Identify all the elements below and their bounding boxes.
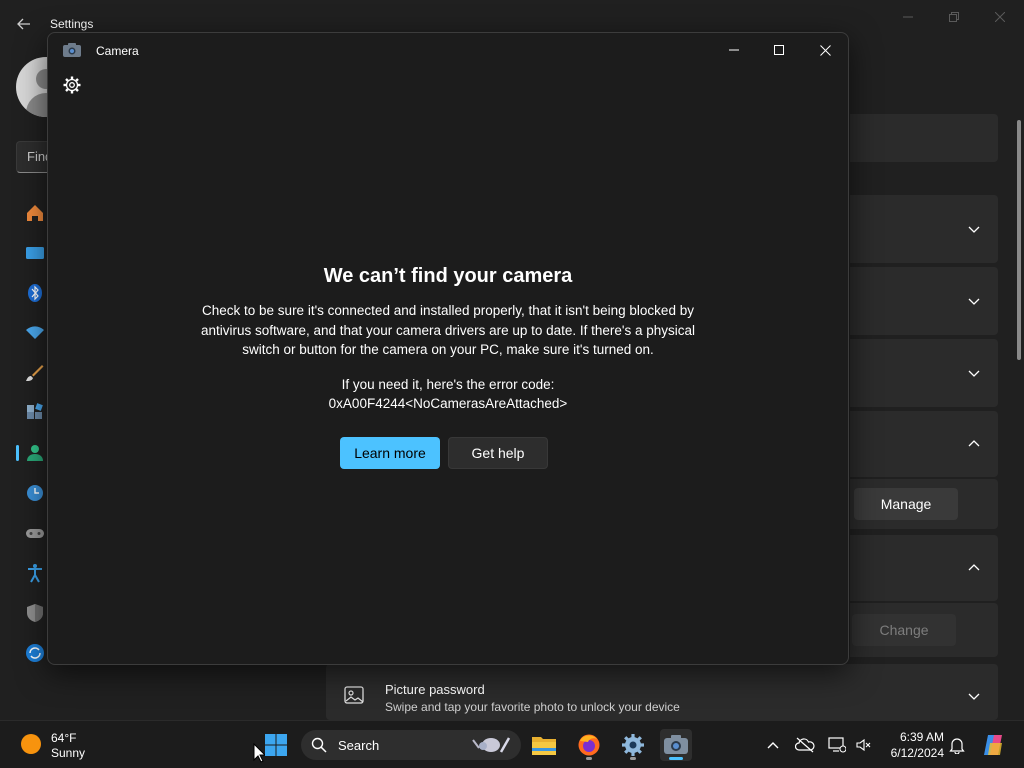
file-explorer-icon[interactable]	[528, 729, 560, 761]
camera-window: Camera We can’t find your camera Check t…	[47, 32, 849, 665]
clock-date[interactable]: 6/12/2024	[872, 746, 944, 760]
gear-icon[interactable]	[63, 76, 81, 94]
accounts-icon[interactable]	[24, 442, 46, 464]
settings-restore-button[interactable]	[934, 6, 974, 28]
chevron-up-icon	[968, 440, 980, 447]
camera-maximize-button[interactable]	[757, 37, 801, 63]
search-highlight-icon	[472, 737, 511, 753]
chevron-down-icon	[968, 298, 980, 305]
picture-password-title: Picture password	[385, 682, 485, 697]
taskbar-search[interactable]: Search	[301, 730, 521, 760]
bluetooth-icon[interactable]	[24, 282, 46, 304]
chevron-up-icon	[968, 564, 980, 571]
volume-muted-icon[interactable]	[853, 735, 873, 755]
picture-password-row[interactable]: Picture password Swipe and tap your favo…	[326, 664, 998, 720]
running-indicator	[630, 757, 636, 760]
settings-card-subrow: Manage	[850, 479, 998, 529]
nav-active-indicator	[16, 445, 19, 461]
back-arrow-icon[interactable]	[12, 12, 36, 36]
error-code-label: If you need it, here's the error code:	[341, 377, 555, 392]
accessibility-icon[interactable]	[24, 562, 46, 584]
privacy-icon[interactable]	[24, 602, 46, 624]
camera-taskbar-icon[interactable]	[660, 729, 692, 761]
firefox-icon[interactable]	[573, 729, 605, 761]
settings-card-collapsed[interactable]	[850, 339, 998, 407]
manage-button[interactable]: Manage	[854, 488, 958, 520]
search-label: Search	[338, 738, 380, 753]
settings-card-collapsed[interactable]	[850, 267, 998, 335]
mouse-cursor-icon	[253, 743, 265, 763]
settings-card-subrow: Change	[850, 603, 998, 657]
settings-card-expanded[interactable]	[850, 411, 998, 477]
chevron-down-icon	[968, 370, 980, 377]
personalization-icon[interactable]	[24, 362, 46, 384]
chevron-down-icon	[968, 226, 980, 233]
camera-close-button[interactable]	[803, 37, 847, 63]
picture-icon	[344, 686, 364, 704]
chevron-up-icon[interactable]	[763, 735, 783, 755]
settings-minimize-button[interactable]	[888, 6, 928, 28]
active-indicator	[669, 757, 683, 760]
picture-password-subtitle: Swipe and tap your favorite photo to unl…	[385, 700, 680, 714]
scrollbar[interactable]	[1017, 120, 1021, 360]
weather-temperature: 64°F	[51, 731, 77, 745]
search-icon	[311, 737, 327, 753]
change-button[interactable]: Change	[852, 614, 956, 646]
settings-card-expanded[interactable]	[850, 535, 998, 601]
chevron-down-icon	[968, 693, 980, 700]
network-status-icon[interactable]	[827, 735, 847, 755]
settings-card	[850, 114, 998, 162]
clock-time[interactable]: 6:39 AM	[872, 730, 944, 744]
error-code: 0xA00F4244<NoCamerasAreAttached>	[328, 396, 568, 411]
camera-minimize-button[interactable]	[712, 37, 756, 63]
error-title: We can’t find your camera	[323, 265, 573, 287]
windows-logo-icon	[265, 734, 287, 756]
home-icon[interactable]	[24, 202, 46, 224]
camera-window-title: Camera	[96, 44, 139, 58]
apps-icon[interactable]	[24, 402, 46, 424]
windows-update-icon[interactable]	[24, 642, 46, 664]
settings-icon[interactable]	[617, 729, 649, 761]
system-icon[interactable]	[24, 242, 46, 264]
sun-icon	[21, 734, 41, 754]
learn-more-button[interactable]: Learn more	[340, 437, 440, 469]
weather-condition: Sunny	[51, 746, 86, 760]
notification-bell-icon[interactable]	[947, 735, 967, 755]
taskbar: 64°F Sunny Search 6:39 AM 6/12/2024	[0, 720, 1024, 768]
running-indicator	[586, 757, 592, 760]
camera-app-icon	[63, 43, 81, 57]
settings-title: Settings	[50, 17, 94, 31]
onedrive-offline-icon[interactable]	[795, 735, 815, 755]
settings-card-collapsed[interactable]	[850, 195, 998, 263]
copilot-icon[interactable]	[982, 733, 1006, 757]
get-help-button[interactable]: Get help	[448, 437, 548, 469]
error-description: Check to be sure it's connected and inst…	[200, 303, 696, 357]
network-icon[interactable]	[24, 322, 46, 344]
gaming-icon[interactable]	[24, 522, 46, 544]
time-language-icon[interactable]	[24, 482, 46, 504]
settings-close-button[interactable]	[980, 6, 1020, 28]
